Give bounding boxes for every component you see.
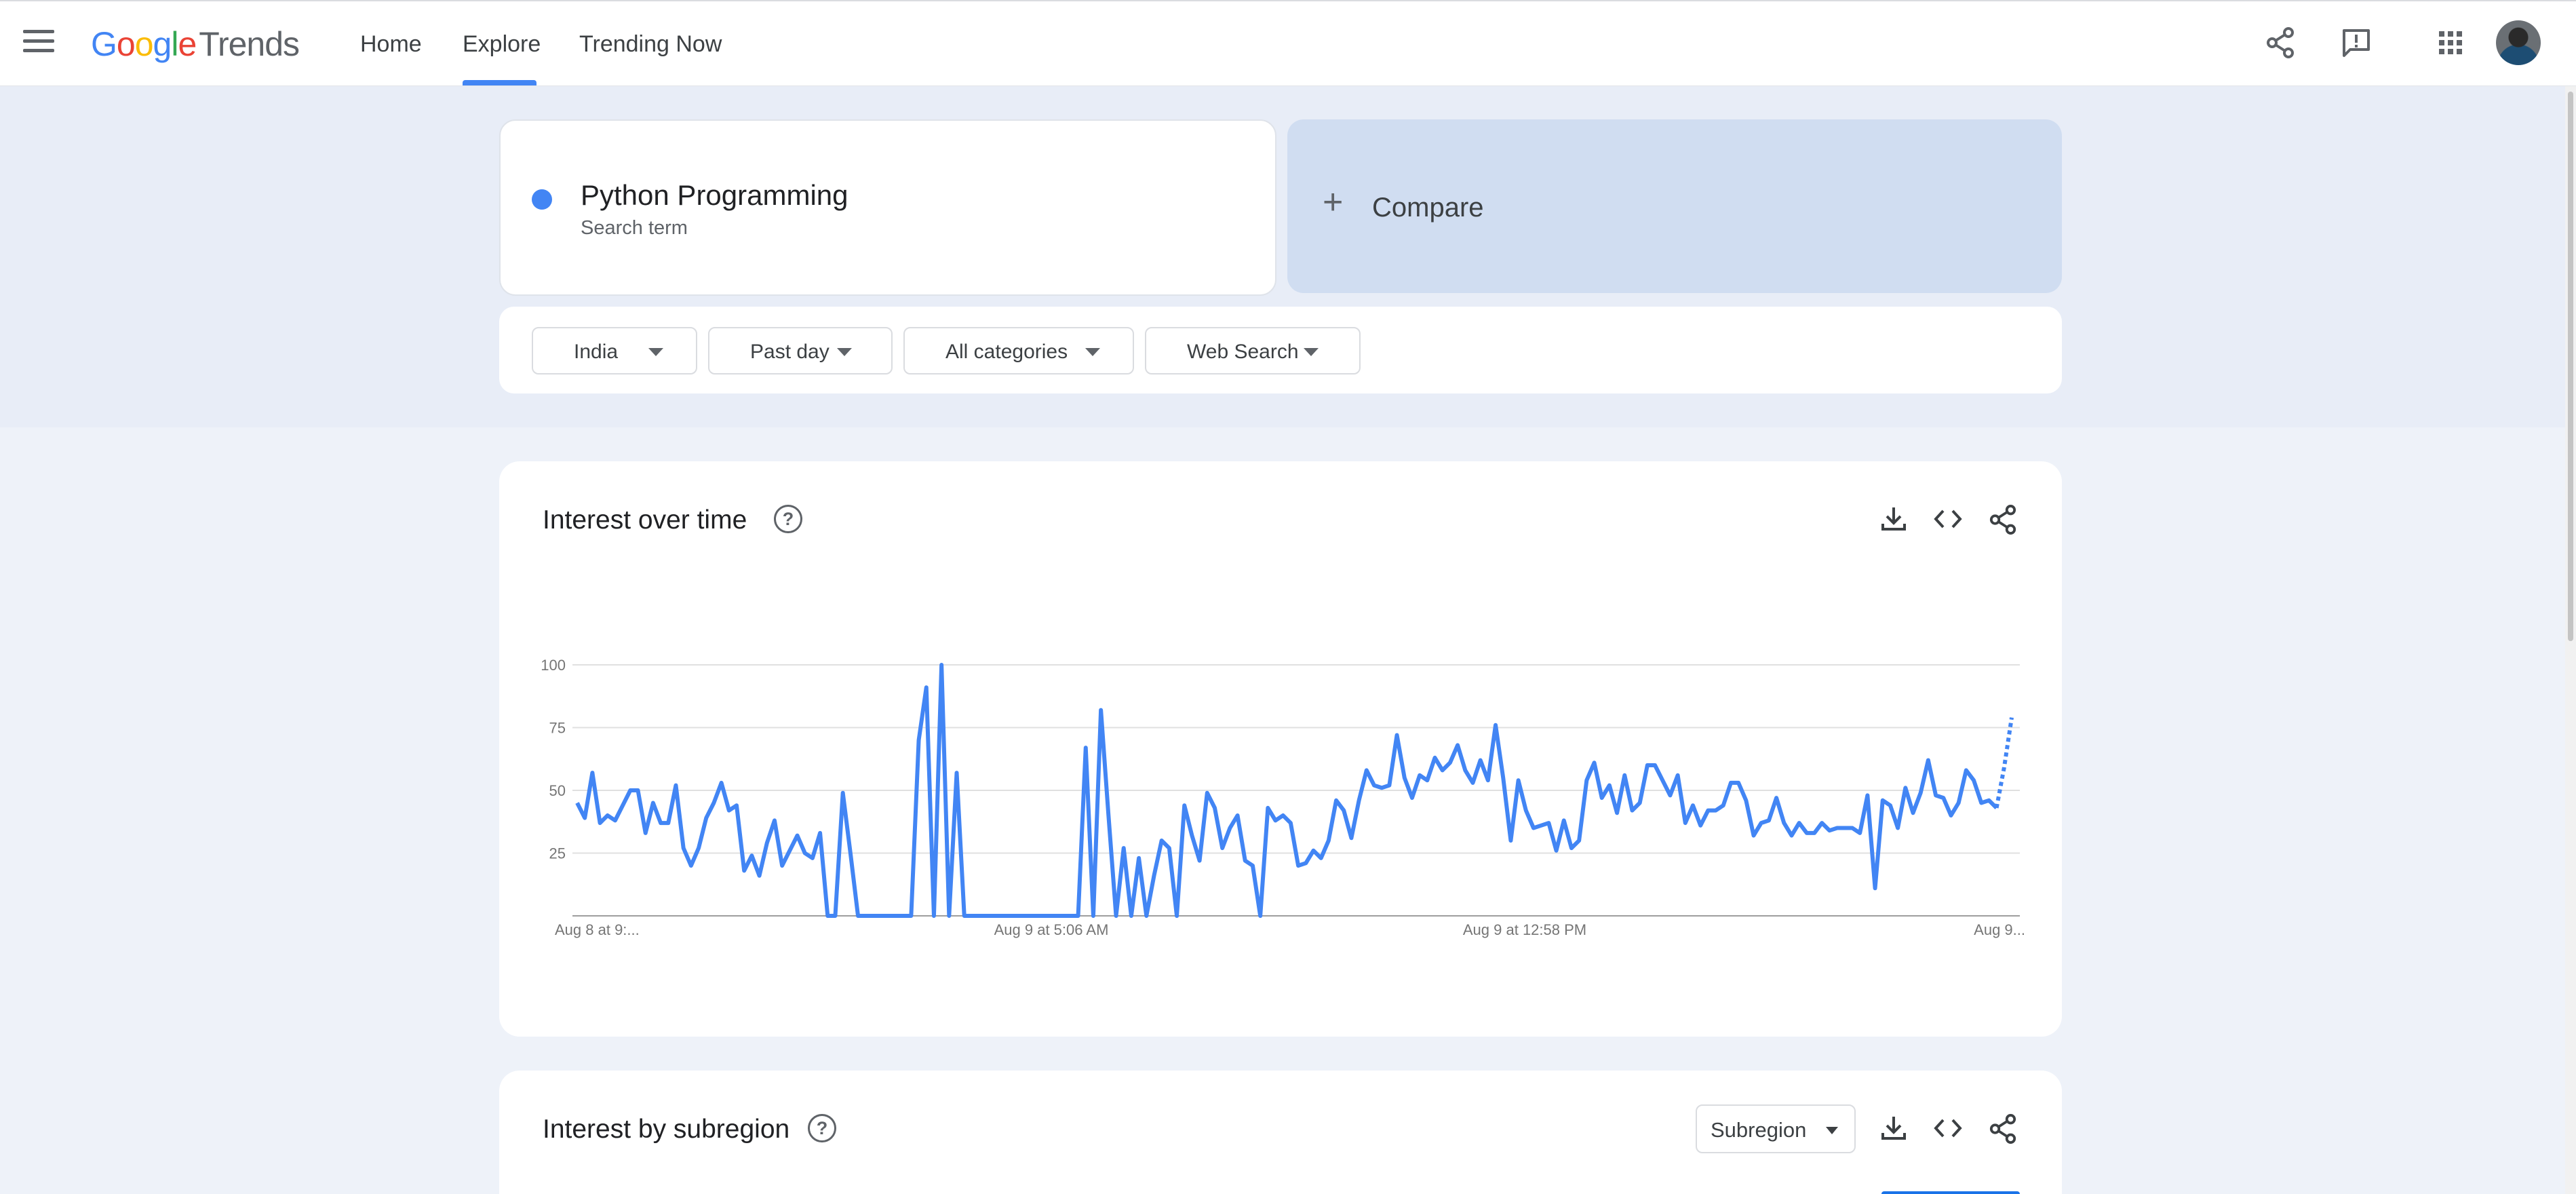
tab-explore[interactable]: Explore [463, 31, 541, 58]
menu-icon[interactable] [23, 30, 54, 57]
account-avatar[interactable] [2496, 20, 2541, 65]
y-tick-label: 100 [541, 657, 566, 674]
embed-code-icon[interactable] [1933, 507, 1963, 531]
x-tick-label: Aug 8 at 9:... [555, 921, 640, 938]
chevron-down-icon [648, 348, 663, 356]
map-view-button[interactable] [1881, 1191, 2020, 1194]
time-range-filter[interactable]: Past day [708, 327, 893, 374]
x-tick-label: Aug 9 at 5:06 AM [994, 921, 1109, 938]
search-term-value[interactable]: Python Programming [581, 179, 848, 212]
compare-label: Compare [1372, 193, 1484, 223]
apps-grid-icon[interactable] [2438, 30, 2463, 56]
series-line-partial [1994, 717, 2014, 809]
interest-over-time-chart[interactable]: 25 50 75 100 Aug 8 at 9:... Aug 9 at 5:06 AM A… [499, 638, 2062, 957]
x-tick-label: Aug 9... [1974, 921, 2025, 938]
embed-code-icon[interactable] [1933, 1117, 1963, 1140]
chevron-down-icon [1085, 348, 1100, 356]
chevron-down-icon [837, 348, 852, 356]
category-filter[interactable]: All categories [903, 327, 1134, 374]
y-tick-label: 25 [549, 845, 566, 862]
x-tick-label: Aug 9 at 12:58 PM [1463, 921, 1586, 938]
compare-button[interactable]: + Compare [1287, 119, 2062, 293]
subregion-select[interactable]: Subregion [1696, 1104, 1856, 1153]
active-tab-indicator [463, 80, 536, 85]
y-tick-label: 75 [549, 720, 566, 737]
search-term-card[interactable]: Python Programming Search term [499, 119, 1276, 296]
interest-by-subregion-title: Interest by subregion [543, 1115, 790, 1144]
region-filter[interactable]: India [532, 327, 697, 374]
chevron-down-icon [1826, 1127, 1838, 1134]
download-icon[interactable] [1880, 505, 1907, 533]
search-term-type: Search term [581, 217, 688, 239]
share-icon[interactable] [2265, 27, 2295, 58]
interest-over-time-title: Interest over time [543, 505, 747, 535]
google-trends-logo[interactable]: GoogleTrends [91, 24, 300, 64]
tab-trending-now[interactable]: Trending Now [579, 31, 722, 58]
chevron-down-icon [1304, 348, 1319, 356]
download-icon[interactable] [1880, 1114, 1907, 1142]
feedback-icon[interactable] [2341, 27, 2372, 58]
help-icon[interactable]: ? [808, 1114, 836, 1142]
term-color-dot [532, 189, 552, 210]
y-tick-label: 50 [549, 782, 566, 799]
scrollbar-thumb[interactable] [2568, 92, 2573, 641]
tab-home[interactable]: Home [360, 31, 422, 58]
help-icon[interactable]: ? [774, 505, 802, 533]
search-type-filter[interactable]: Web Search [1145, 327, 1361, 374]
share-icon[interactable] [1989, 505, 2017, 535]
plus-icon: + [1323, 182, 1344, 222]
share-icon[interactable] [1989, 1114, 2017, 1144]
